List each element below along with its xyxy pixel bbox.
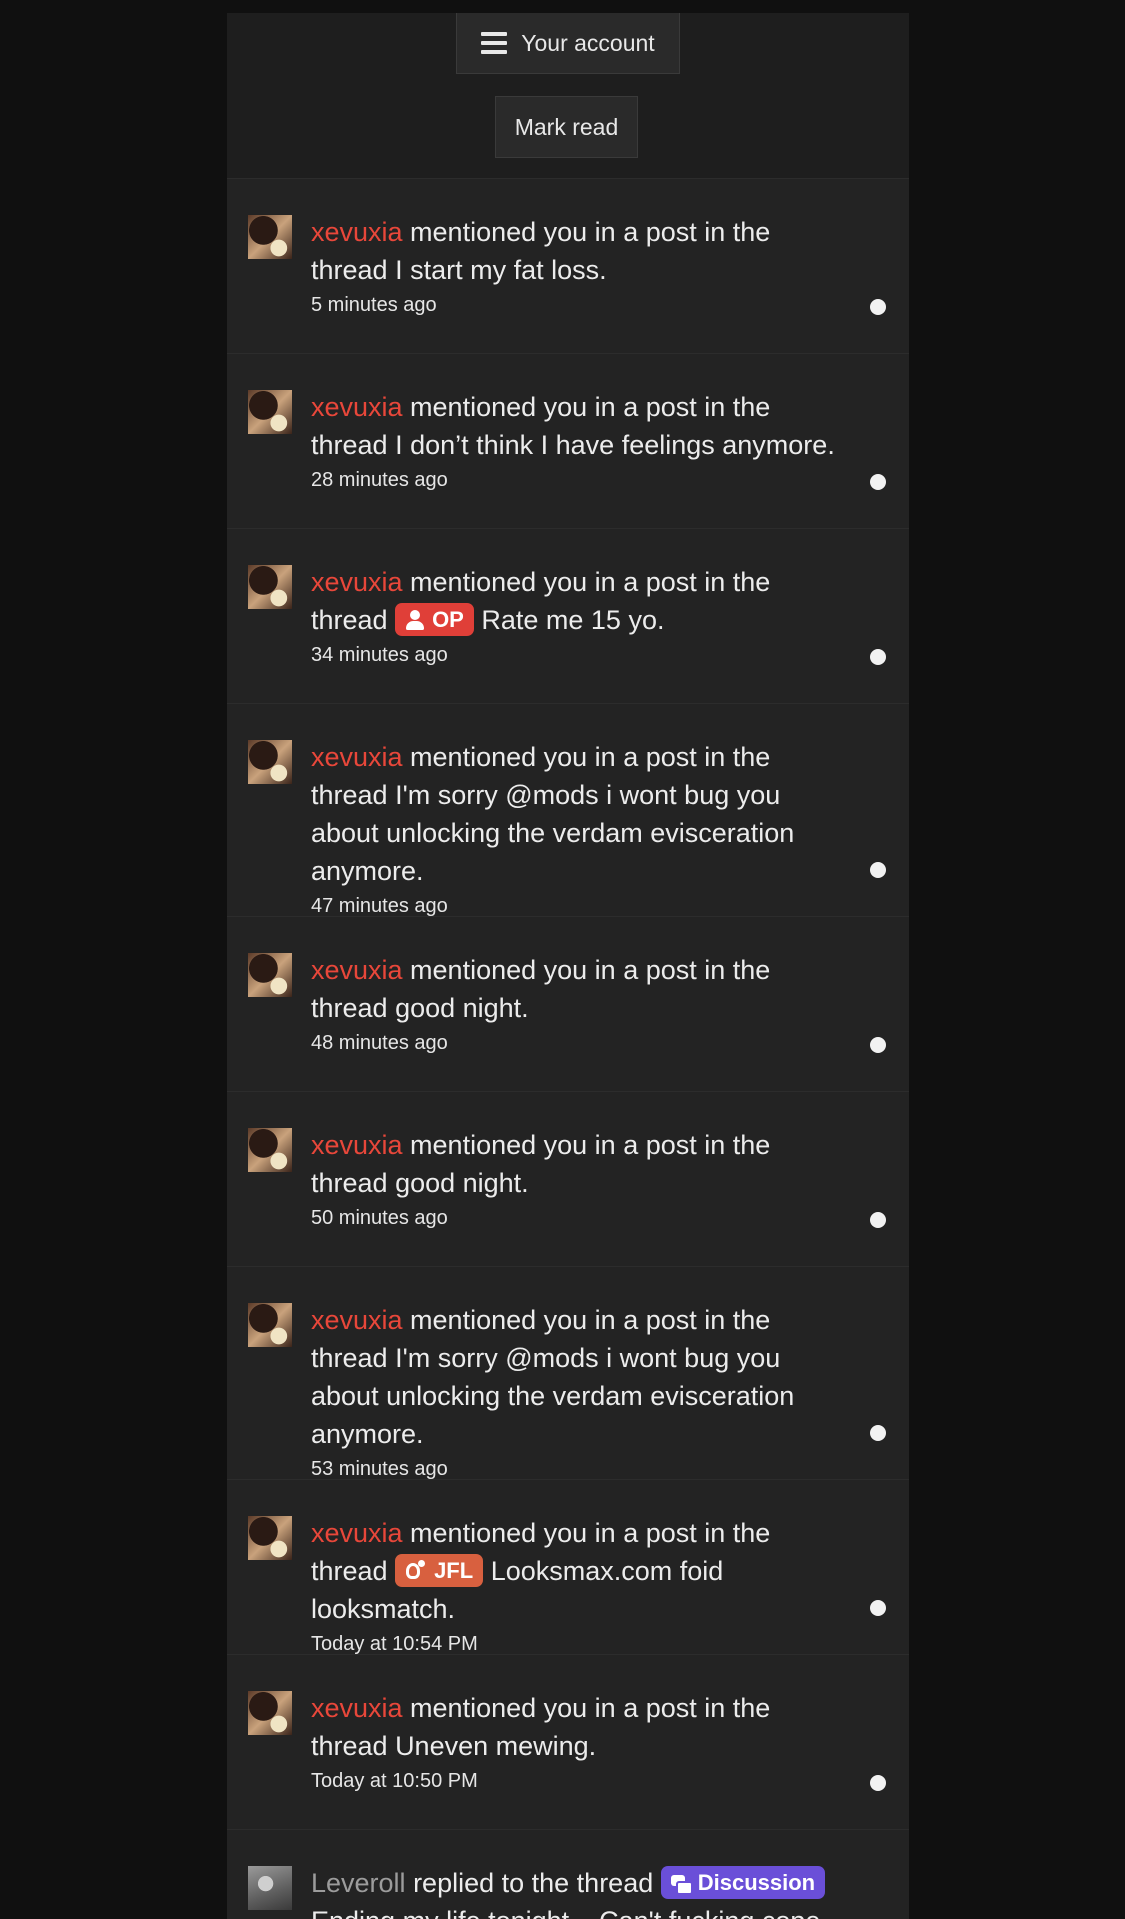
hamburger-icon bbox=[481, 32, 508, 54]
alert-time: 5 minutes ago bbox=[311, 294, 437, 316]
avatar[interactable] bbox=[248, 215, 292, 259]
discussion-prefix-badge[interactable]: Discussion bbox=[660, 1866, 826, 1900]
alert-item[interactable]: xevuxia mentioned you in a post in the t… bbox=[227, 703, 909, 917]
alert-username[interactable]: xevuxia bbox=[311, 955, 403, 985]
avatar[interactable] bbox=[248, 1866, 292, 1910]
alert-text: xevuxia mentioned you in a post in the t… bbox=[311, 1514, 849, 1628]
alert-text: xevuxia mentioned you in a post in the t… bbox=[311, 563, 849, 639]
alerts-panel: Your account Mark read xevuxia mentioned… bbox=[227, 13, 909, 1919]
prefix-label: JFL bbox=[434, 1557, 474, 1583]
alert-item[interactable]: xevuxia mentioned you in a post in the t… bbox=[227, 1266, 909, 1480]
jfl-prefix-badge[interactable]: JFL bbox=[395, 1554, 484, 1588]
alert-item[interactable]: xevuxia mentioned you in a post in the t… bbox=[227, 916, 909, 1091]
alert-thread-link[interactable]: Uneven mewing. bbox=[395, 1731, 596, 1761]
alert-username[interactable]: xevuxia bbox=[311, 1693, 403, 1723]
chat-icon bbox=[670, 1873, 693, 1895]
alert-item[interactable]: xevuxia mentioned you in a post in the t… bbox=[227, 353, 909, 528]
alert-text: xevuxia mentioned you in a post in the t… bbox=[311, 388, 849, 464]
alert-time: Today at 10:50 PM bbox=[311, 1770, 478, 1792]
alert-username[interactable]: xevuxia bbox=[311, 742, 403, 772]
alert-username[interactable]: xevuxia bbox=[311, 1518, 403, 1548]
avatar[interactable] bbox=[248, 740, 292, 784]
alert-text: xevuxia mentioned you in a post in the t… bbox=[311, 1301, 849, 1453]
alert-thread-link[interactable]: Rate me 15 yo. bbox=[481, 605, 664, 635]
alert-text: Leveroll replied to the thread Discussio… bbox=[311, 1864, 849, 1919]
alert-username[interactable]: xevuxia bbox=[311, 567, 403, 597]
alert-thread-link[interactable]: good night. bbox=[395, 993, 529, 1023]
alert-username[interactable]: xevuxia bbox=[311, 1305, 403, 1335]
unread-dot[interactable] bbox=[870, 649, 886, 665]
alert-thread-link[interactable]: Ending my life tonight... Can't fucking … bbox=[311, 1906, 820, 1919]
avatar[interactable] bbox=[248, 953, 292, 997]
alert-text: xevuxia mentioned you in a post in the t… bbox=[311, 1126, 849, 1202]
alert-time: 50 minutes ago bbox=[311, 1207, 448, 1229]
unread-dot[interactable] bbox=[870, 299, 886, 315]
alert-username[interactable]: Leveroll bbox=[311, 1868, 406, 1898]
alert-action: replied to the thread bbox=[405, 1868, 661, 1898]
alert-username[interactable]: xevuxia bbox=[311, 1130, 403, 1160]
your-account-button[interactable]: Your account bbox=[456, 13, 680, 74]
unread-dot[interactable] bbox=[870, 1037, 886, 1053]
jfl-icon bbox=[405, 1559, 427, 1582]
unread-dot[interactable] bbox=[870, 474, 886, 490]
prefix-label: OP bbox=[432, 606, 464, 632]
alert-thread-link[interactable]: good night. bbox=[395, 1168, 529, 1198]
unread-dot[interactable] bbox=[870, 1212, 886, 1228]
alert-time: 28 minutes ago bbox=[311, 469, 448, 491]
user-icon bbox=[405, 609, 425, 630]
prefix-label: Discussion bbox=[697, 1869, 816, 1895]
alert-item[interactable]: xevuxia mentioned you in a post in the t… bbox=[227, 1654, 909, 1829]
alert-item[interactable]: xevuxia mentioned you in a post in the t… bbox=[227, 528, 909, 703]
alert-item[interactable]: xevuxia mentioned you in a post in the t… bbox=[227, 1091, 909, 1266]
avatar[interactable] bbox=[248, 1691, 292, 1735]
alert-time: 48 minutes ago bbox=[311, 1032, 448, 1054]
alerts-header: Your account Mark read bbox=[227, 13, 909, 178]
mark-read-button[interactable]: Mark read bbox=[495, 96, 638, 158]
alert-time: 34 minutes ago bbox=[311, 644, 448, 666]
your-account-label: Your account bbox=[521, 29, 655, 56]
alert-thread-link[interactable]: I start my fat loss. bbox=[395, 255, 607, 285]
avatar[interactable] bbox=[248, 1516, 292, 1560]
alert-thread-link[interactable]: I don’t think I have feelings anymore. bbox=[395, 430, 835, 460]
alert-username[interactable]: xevuxia bbox=[311, 392, 403, 422]
op-prefix-badge[interactable]: OP bbox=[395, 603, 474, 637]
alert-list: xevuxia mentioned you in a post in the t… bbox=[227, 178, 909, 1919]
alert-username[interactable]: xevuxia bbox=[311, 217, 403, 247]
avatar[interactable] bbox=[248, 565, 292, 609]
unread-dot[interactable] bbox=[870, 1775, 886, 1791]
alert-item[interactable]: xevuxia mentioned you in a post in the t… bbox=[227, 1479, 909, 1655]
alert-item[interactable]: Leveroll replied to the thread Discussio… bbox=[227, 1829, 909, 1919]
unread-dot[interactable] bbox=[870, 862, 886, 878]
alert-text: xevuxia mentioned you in a post in the t… bbox=[311, 1689, 849, 1765]
alert-text: xevuxia mentioned you in a post in the t… bbox=[311, 738, 849, 890]
alert-text: xevuxia mentioned you in a post in the t… bbox=[311, 213, 849, 289]
alert-item[interactable]: xevuxia mentioned you in a post in the t… bbox=[227, 178, 909, 353]
avatar[interactable] bbox=[248, 1128, 292, 1172]
avatar[interactable] bbox=[248, 1303, 292, 1347]
avatar[interactable] bbox=[248, 390, 292, 434]
unread-dot[interactable] bbox=[870, 1425, 886, 1441]
alert-text: xevuxia mentioned you in a post in the t… bbox=[311, 951, 849, 1027]
unread-dot[interactable] bbox=[870, 1600, 886, 1616]
